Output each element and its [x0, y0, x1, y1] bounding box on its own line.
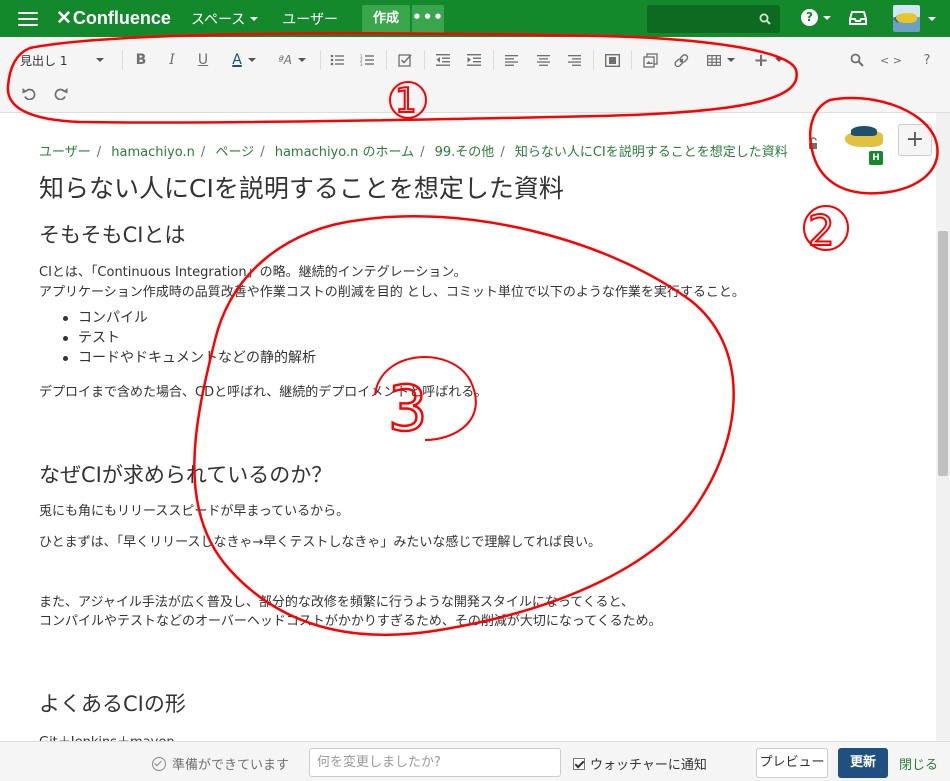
text-color-dropdown[interactable]: A	[224, 45, 264, 75]
checkbox-checked-icon	[573, 757, 585, 770]
undo-icon[interactable]	[18, 78, 40, 108]
add-button[interactable]: +	[898, 124, 932, 156]
help-icon: ?	[801, 9, 818, 26]
more-formatting-dropdown[interactable]: ªA	[268, 45, 316, 75]
align-center-icon[interactable]	[532, 45, 554, 75]
table-dropdown[interactable]	[702, 45, 740, 75]
close-link[interactable]: 閉じる	[899, 754, 938, 773]
breadcrumb-item[interactable]: hamachiyo.n	[111, 145, 195, 160]
redo-icon[interactable]	[49, 78, 71, 108]
help-menu[interactable]: ?	[801, 9, 831, 26]
more-button[interactable]: •••	[412, 4, 445, 33]
update-button[interactable]: 更新	[838, 748, 888, 778]
align-right-icon[interactable]	[563, 45, 585, 75]
preview-button[interactable]: プレビュー	[756, 748, 828, 778]
contributor-avatar[interactable]: H	[843, 121, 885, 165]
numbered-list-icon[interactable]: 123	[356, 45, 378, 75]
save-status: 準備ができています	[152, 754, 289, 773]
search-input[interactable]	[647, 5, 780, 33]
source-editor-icon[interactable]: < >	[879, 45, 903, 75]
indent-icon[interactable]	[463, 45, 485, 75]
avatar-badge: H	[869, 151, 883, 165]
svg-text:3: 3	[360, 62, 363, 66]
chevron-down-icon	[297, 58, 306, 62]
outdent-icon[interactable]	[432, 45, 454, 75]
confluence-x-icon: ✕	[56, 8, 72, 29]
search-icon	[759, 13, 771, 25]
find-replace-icon[interactable]	[846, 45, 868, 75]
bullet-list: コンパイル テスト コードやドキュメントなどの静的解析	[60, 308, 316, 368]
logo-text: Confluence	[72, 8, 171, 28]
insert-file-icon[interactable]	[638, 45, 662, 75]
editor-content[interactable]: ユーザー / hamachiyo.n / ページ / hamachiyo.n のホーム…	[0, 113, 936, 741]
text-style-icon: ªA	[278, 53, 292, 67]
paragraph[interactable]: 兎にも角にもリリーススピードが早まっているから。	[39, 500, 349, 519]
section-heading[interactable]: よくあるCIの形	[39, 688, 186, 718]
page-title[interactable]: 知らない人にCIを説明することを想定した資料	[39, 169, 564, 205]
notifications-icon[interactable]	[849, 10, 867, 26]
align-left-icon[interactable]	[500, 45, 522, 75]
list-item[interactable]: コードやドキュメントなどの静的解析	[60, 348, 316, 368]
breadcrumb-item[interactable]: 知らない人にCIを説明することを想定した資料	[515, 145, 788, 160]
editor-footer: 準備ができています ウォッチャーに通知 プレビュー 更新 閉じる	[0, 741, 950, 781]
chevron-down-icon	[247, 58, 256, 62]
list-item[interactable]: テスト	[60, 328, 316, 348]
bold-icon[interactable]: B	[130, 45, 152, 75]
user-avatar[interactable]	[893, 5, 920, 32]
paragraph[interactable]: アプリケーション作成時の品質改善や作業コストの削減を目的 とし、コミット単位で以…	[39, 281, 745, 300]
help-icon[interactable]: ?	[917, 45, 937, 75]
task-list-icon[interactable]	[394, 45, 416, 75]
notify-watchers-label: ウォッチャーに通知	[590, 758, 707, 773]
chevron-down-icon	[823, 15, 831, 20]
section-heading[interactable]: なぜCIが求められているのか？	[39, 459, 332, 489]
breadcrumb-item[interactable]: ページ	[215, 145, 254, 160]
bullet-list-icon[interactable]	[326, 45, 348, 75]
unlock-icon[interactable]	[808, 137, 820, 149]
chevron-down-icon	[727, 58, 735, 62]
save-status-text: 準備ができています	[172, 758, 290, 773]
paragraph[interactable]: コンパイルやテストなどのオーバーヘッドコストがかかりすぎるため、その削減が大切に…	[39, 610, 662, 629]
page-layout-icon[interactable]	[600, 45, 624, 75]
text-color-icon: A	[232, 52, 242, 68]
chevron-down-icon	[250, 16, 259, 21]
italic-icon[interactable]: I	[161, 45, 183, 75]
paragraph[interactable]: また、アジャイル手法が広く普及し、部分的な改修を頻繁に行うような開発スタイルにな…	[39, 591, 634, 610]
users-label: ユーザー	[282, 11, 338, 28]
menu-icon[interactable]	[18, 11, 38, 26]
paragraph-format-select[interactable]: 見出し 1	[14, 45, 110, 75]
confluence-logo[interactable]: ✕ Confluence	[56, 7, 171, 30]
insert-more-dropdown[interactable]: +	[749, 45, 787, 75]
spaces-label: スペース	[190, 11, 246, 28]
check-circle-icon	[152, 756, 166, 771]
paragraph[interactable]: デプロイまで含めた場合、CDと呼ばれ、継続的デプロイメントと呼ばれる。	[39, 381, 487, 400]
scrollbar-thumb[interactable]	[938, 231, 948, 476]
spaces-menu[interactable]: スペース	[190, 9, 259, 29]
breadcrumb-item[interactable]: ユーザー	[39, 145, 91, 160]
breadcrumb: ユーザー / hamachiyo.n / ページ / hamachiyo.n のホーム…	[39, 145, 788, 160]
paragraph[interactable]: ひとまずは、「早くリリースしなきゃ→早くテストしなきゃ」みたいな感じで理解してれ…	[39, 531, 601, 550]
chevron-down-icon	[774, 58, 783, 62]
section-heading[interactable]: そもそもCIとは	[39, 219, 185, 249]
breadcrumb-item[interactable]: 99.その他	[435, 145, 495, 160]
link-icon[interactable]	[670, 45, 692, 75]
chevron-down-icon[interactable]	[928, 17, 936, 21]
underline-icon[interactable]: U	[192, 45, 214, 75]
table-icon	[707, 54, 721, 66]
list-item[interactable]: コンパイル	[60, 308, 316, 328]
editor-toolbar: 見出し 1 B I U A ªA 123 + < > ?	[0, 37, 950, 113]
paragraph-format-label: 見出し 1	[20, 53, 68, 68]
notify-watchers-checkbox[interactable]: ウォッチャーに通知	[573, 754, 707, 773]
paragraph[interactable]: CIとは、「Continuous Integration」の略。継続的インテグレ…	[39, 261, 467, 280]
scrollbar[interactable]	[936, 113, 950, 741]
top-nav: ✕ Confluence スペース ユーザー 作成 ••• ?	[0, 0, 950, 37]
chevron-down-icon	[96, 58, 104, 62]
create-button[interactable]: 作成	[362, 4, 411, 33]
version-comment-input[interactable]	[309, 748, 561, 777]
plus-icon: +	[753, 49, 769, 71]
paragraph[interactable]: Git＋Jenkins＋maven	[39, 731, 175, 741]
breadcrumb-item[interactable]: hamachiyo.n のホーム	[275, 145, 414, 160]
users-link[interactable]: ユーザー	[282, 9, 338, 29]
